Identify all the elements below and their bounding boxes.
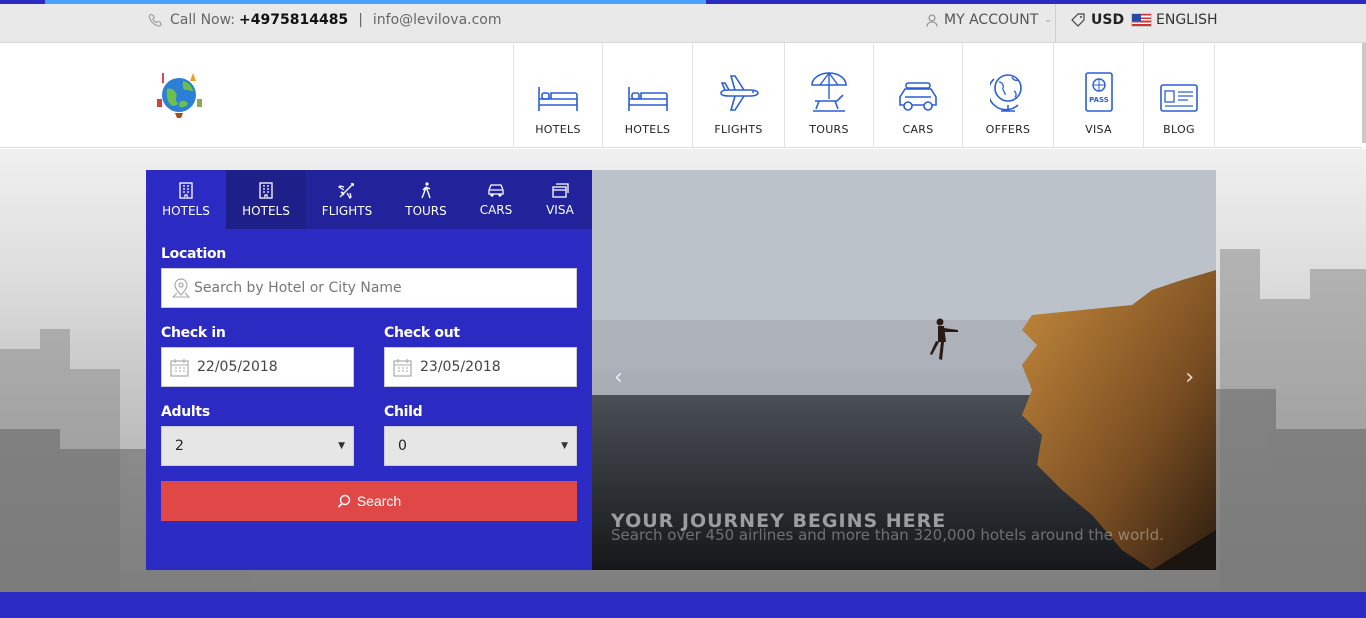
child-label: Child: [384, 404, 423, 420]
airplane-icon: [719, 75, 759, 111]
bed-icon: [627, 87, 668, 111]
my-account-dropdown[interactable]: MY ACCOUNT ⌄: [926, 12, 1052, 28]
tab-label: TOURS: [405, 203, 447, 218]
footer-band: [0, 592, 1366, 618]
us-flag-icon: [1131, 13, 1152, 27]
phone-number[interactable]: +4975814485: [239, 12, 348, 28]
my-account-label: MY ACCOUNT: [944, 12, 1039, 28]
globe-icon: [990, 74, 1022, 112]
search-icon: [337, 494, 351, 508]
language-selector[interactable]: ENGLISH: [1131, 12, 1218, 28]
tab-label: FLIGHTS: [321, 203, 373, 218]
call-label: Call Now:: [170, 12, 236, 28]
tab-cars[interactable]: CARS: [464, 170, 528, 229]
calendar-icon: [170, 358, 189, 377]
airplane-icon: [338, 182, 355, 199]
slider-prev-button[interactable]: ‹: [614, 365, 623, 390]
currency-label: USD: [1091, 12, 1125, 28]
topbar-divider: [1055, 4, 1056, 43]
tab-visa[interactable]: VISA: [528, 170, 592, 229]
contact-info: Call Now: +4975814485 | info@levilova.co…: [148, 12, 502, 28]
checkout-label: Check out: [384, 325, 460, 341]
nav-visa[interactable]: PASS VISA: [1054, 43, 1144, 148]
tab-tours[interactable]: TOURS: [388, 170, 464, 229]
checkin-input[interactable]: 22/05/2018: [161, 347, 354, 387]
search-tabs: HOTELS HOTELS FLIGHTS TOURS CARS VISA: [146, 170, 592, 229]
tab-label: HOTELS: [242, 203, 290, 218]
search-button-label: Search: [356, 493, 402, 509]
tab-label: VISA: [546, 202, 574, 217]
card-icon: [551, 182, 569, 198]
main-navigation: HOTELS HOTELS FLIGHTS TOURS CARS OFFERS …: [513, 43, 1215, 148]
checkout-value: 23/05/2018: [420, 359, 501, 375]
nav-hotels-2[interactable]: HOTELS: [603, 43, 693, 148]
car-icon: [488, 183, 504, 197]
nav-label: BLOG: [1163, 123, 1195, 136]
nav-offers[interactable]: OFFERS: [963, 43, 1054, 148]
hero-slider: ‹ › YOUR JOURNEY BEGINS HERE Search over…: [592, 170, 1216, 570]
svg-text:PASS: PASS: [1089, 96, 1109, 104]
nav-hotels[interactable]: HOTELS: [514, 43, 603, 148]
tab-label: CARS: [479, 202, 513, 217]
user-icon: [926, 13, 938, 27]
beach-umbrella-icon: [811, 71, 847, 112]
nav-flights[interactable]: FLIGHTS: [693, 43, 785, 148]
tab-label: HOTELS: [162, 203, 210, 218]
email-link[interactable]: info@levilova.com: [373, 12, 502, 28]
nav-label: VISA: [1085, 123, 1112, 136]
adults-value: 2: [175, 438, 184, 454]
checkout-input[interactable]: 23/05/2018: [384, 347, 577, 387]
hiker-icon: [421, 181, 431, 198]
id-card-icon: [1160, 84, 1198, 112]
building-icon: [259, 181, 273, 199]
nav-cars[interactable]: CARS: [874, 43, 963, 148]
site-header: HOTELS HOTELS FLIGHTS TOURS CARS OFFERS …: [0, 43, 1362, 148]
nav-label: HOTELS: [624, 123, 671, 136]
building-icon: [179, 181, 193, 199]
car-icon: [899, 82, 937, 111]
location-label: Location: [161, 246, 226, 262]
slider-next-button[interactable]: ›: [1185, 365, 1194, 390]
bed-icon: [538, 87, 578, 111]
nav-label: CARS: [902, 123, 934, 136]
scrollbar-thumb[interactable]: [1362, 43, 1366, 143]
nav-label: OFFERS: [985, 123, 1031, 136]
nav-blog[interactable]: BLOG: [1144, 43, 1215, 148]
nav-label: FLIGHTS: [714, 123, 763, 136]
top-bar: Call Now: +4975814485 | info@levilova.co…: [0, 4, 1366, 43]
language-label: ENGLISH: [1156, 12, 1218, 28]
phone-icon: [148, 13, 162, 27]
location-input[interactable]: Search by Hotel or City Name: [161, 268, 577, 308]
search-form: Location Search by Hotel or City Name Ch…: [146, 246, 592, 521]
search-panel: HOTELS HOTELS FLIGHTS TOURS CARS VISA Lo…: [146, 170, 592, 570]
child-value: 0: [398, 438, 407, 454]
checkin-label: Check in: [161, 325, 226, 341]
calendar-icon: [393, 358, 412, 377]
location-placeholder: Search by Hotel or City Name: [194, 280, 402, 296]
search-button[interactable]: Search: [161, 481, 577, 521]
nav-tours[interactable]: TOURS: [785, 43, 874, 148]
contact-separator: |: [358, 12, 363, 28]
tag-icon: [1071, 13, 1085, 27]
nav-label: TOURS: [809, 123, 849, 136]
chevron-down-icon: ⌄: [1044, 15, 1052, 25]
map-pin-icon: [172, 278, 190, 298]
globe-logo-icon[interactable]: [153, 69, 205, 119]
adults-label: Adults: [161, 404, 210, 420]
passport-icon: PASS: [1084, 72, 1113, 112]
checkin-value: 22/05/2018: [197, 359, 278, 375]
child-select[interactable]: 0 ▼: [384, 426, 577, 466]
caret-down-icon: ▼: [338, 441, 345, 451]
tab-flights[interactable]: FLIGHTS: [306, 170, 388, 229]
currency-selector[interactable]: USD: [1071, 12, 1124, 28]
nav-label: HOTELS: [535, 123, 581, 136]
slide-subtitle: Search over 450 airlines and more than 3…: [611, 526, 1164, 544]
tab-hotels-2[interactable]: HOTELS: [226, 170, 306, 229]
tab-hotels[interactable]: HOTELS: [146, 170, 226, 229]
caret-down-icon: ▼: [561, 441, 568, 451]
adults-select[interactable]: 2 ▼: [161, 426, 354, 466]
